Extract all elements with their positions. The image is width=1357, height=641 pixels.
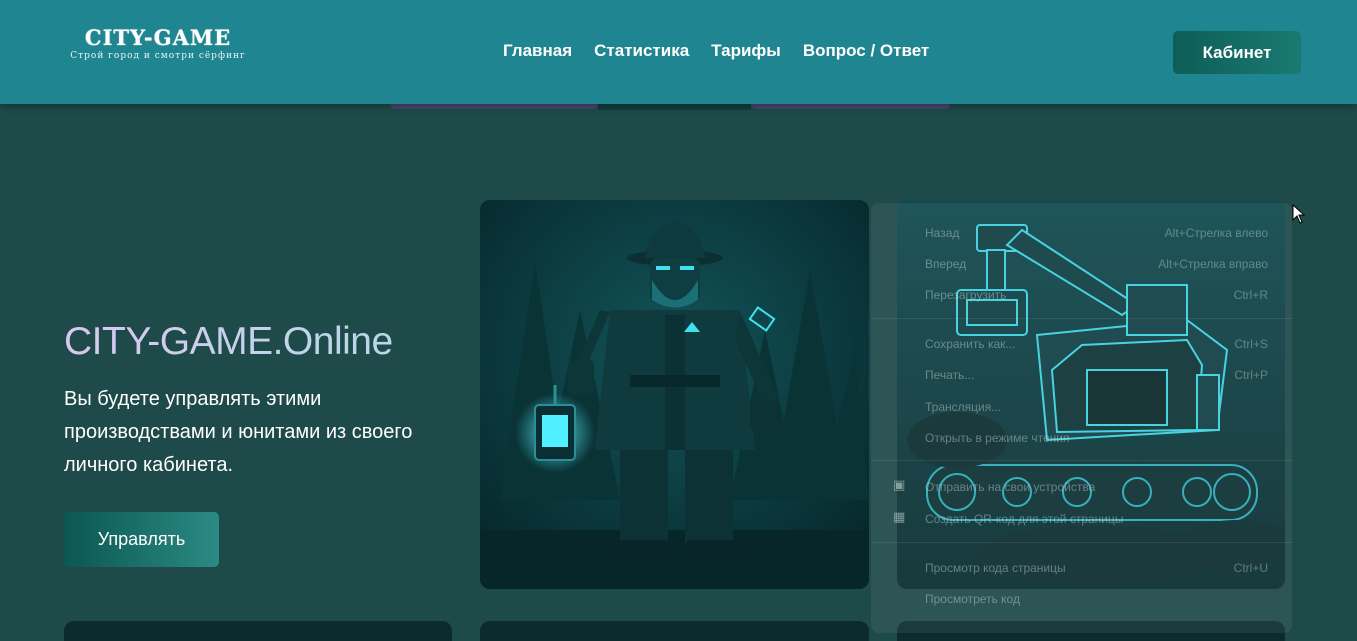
ctx-label: Создать QR-код для этой страницы [925,512,1124,526]
ctx-label: Назад [925,226,960,240]
mouse-cursor-icon [1292,204,1306,224]
nav-item-tariffs[interactable]: Тарифы [711,41,781,61]
ctx-label: Трансляция... [925,400,1002,414]
ctx-reload[interactable]: Перезагрузить Ctrl+R [925,285,1268,305]
hero-title: CITY-GAME.Online [64,320,393,363]
ctx-label: Вперед [925,257,967,271]
cabinet-button[interactable]: Кабинет [1173,31,1301,74]
ctx-shortcut: Alt+Стрелка вправо [1158,257,1268,271]
ctx-back[interactable]: Назад Alt+Стрелка влево [925,223,1268,243]
ctx-print[interactable]: Печать... Ctrl+P [925,365,1268,385]
tab-strip [390,104,950,110]
qr-code-icon: ▦ [893,509,906,524]
hero-text: Вы будете управлять этими производствами… [64,388,413,476]
ranger-card [480,200,869,589]
ctx-separator [871,460,1292,461]
site-header: CITY-GAME Строй город и смотри сёрфинг Г… [0,0,1357,104]
ctx-label: Перезагрузить [925,288,1007,302]
logo-title: CITY-GAME [84,25,232,50]
ctx-label: Открыть в режиме чтения [925,431,1070,445]
ctx-reading-mode[interactable]: Открыть в режиме чтения [925,428,1268,448]
ctx-separator [871,318,1292,319]
bottom-card-2 [480,621,869,641]
ctx-shortcut: Ctrl+P [1234,368,1268,382]
ctx-cast[interactable]: Трансляция... [925,397,1268,417]
ctx-send-to-devices[interactable]: Отправить на свои устройства [925,477,1268,497]
ranger-lantern-illustration [480,200,869,589]
ctx-shortcut: Ctrl+S [1234,337,1268,351]
ctx-inspect[interactable]: Просмотреть код [925,589,1268,609]
main-nav: Главная Статистика Тарифы Вопрос / Ответ [503,41,929,61]
ctx-label: Просмотреть код [925,592,1020,606]
manage-button[interactable]: Управлять [64,512,219,567]
logo-subtitle: Строй город и смотри сёрфинг [70,51,246,61]
ctx-view-source[interactable]: Просмотр кода страницы Ctrl+U [925,558,1268,578]
send-to-devices-icon: ▣ [893,477,906,492]
ctx-label: Отправить на свои устройства [925,480,1096,494]
bottom-card-1 [64,621,452,641]
nav-item-home[interactable]: Главная [503,41,572,61]
nav-item-faq[interactable]: Вопрос / Ответ [803,41,929,61]
site-logo[interactable]: CITY-GAME Строй город и смотри сёрфинг [62,25,254,62]
ctx-label: Просмотр кода страницы [925,561,1066,575]
tab-active[interactable] [598,104,751,110]
nav-item-stats[interactable]: Статистика [594,41,689,61]
ctx-shortcut: Alt+Стрелка влево [1164,226,1268,240]
ctx-shortcut: Ctrl+U [1233,561,1268,575]
ctx-shortcut: Ctrl+R [1233,288,1268,302]
tab-left[interactable] [390,104,598,109]
ctx-save-as[interactable]: Сохранить как... Ctrl+S [925,334,1268,354]
ctx-label: Печать... [925,368,975,382]
ctx-qr-code[interactable]: Создать QR-код для этой страницы [925,509,1268,529]
ctx-label: Сохранить как... [925,337,1016,351]
ctx-forward[interactable]: Вперед Alt+Стрелка вправо [925,254,1268,274]
tab-right[interactable] [751,104,950,109]
ctx-separator [871,542,1292,543]
context-menu: Назад Alt+Стрелка влево Вперед Alt+Стрел… [871,203,1292,633]
